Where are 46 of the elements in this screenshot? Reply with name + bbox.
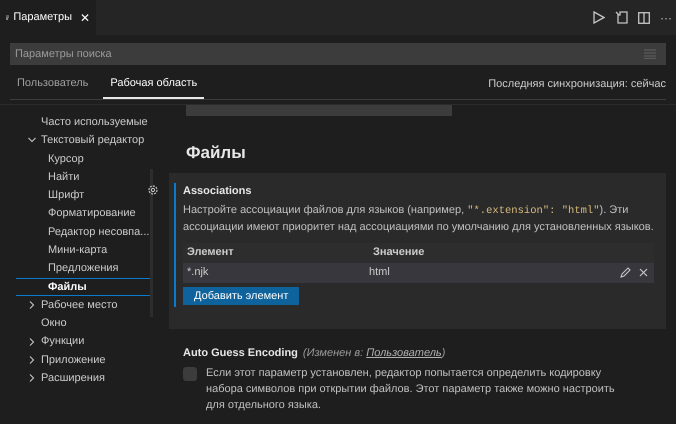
tree-item[interactable]: Редактор несовпа... xyxy=(16,222,151,242)
close-button[interactable]: ✕ xyxy=(80,8,90,26)
scope-tab[interactable]: Пользователь xyxy=(10,74,96,99)
tree-item[interactable]: Курсор xyxy=(16,150,151,168)
setting-title: Auto Guess Encoding xyxy=(183,346,298,360)
table-row[interactable]: *.njk html xyxy=(183,262,654,282)
column-header: Значение xyxy=(372,245,426,260)
checkbox[interactable] xyxy=(183,367,197,381)
input-field[interactable] xyxy=(186,105,452,116)
tree-item[interactable]: Найти xyxy=(16,168,151,186)
close-icon[interactable] xyxy=(639,268,648,277)
scope-tab[interactable]: Рабочая область xyxy=(103,74,204,99)
editor-tab[interactable]: Параметры ✕ xyxy=(0,0,96,35)
section-title: Файлы xyxy=(186,142,247,164)
setting-title: Associations xyxy=(183,184,252,199)
tree-item[interactable]: Шрифт xyxy=(16,186,151,204)
chevron-icon[interactable] xyxy=(28,356,36,364)
tree-item[interactable]: Функции xyxy=(16,332,151,351)
tree-item[interactable]: Расширения xyxy=(16,369,151,388)
chevron-icon[interactable] xyxy=(28,374,36,382)
tree-item[interactable]: Приложение xyxy=(16,350,151,370)
tree-item[interactable]: Текстовый редактор xyxy=(16,131,151,150)
tree-item[interactable]: Окно xyxy=(16,314,151,333)
tree-item[interactable]: Мини-карта xyxy=(16,241,151,260)
tree-item[interactable]: Часто используемые xyxy=(16,113,151,132)
tree-item[interactable]: Форматирование xyxy=(16,204,151,223)
more-actions-button[interactable]: ··· xyxy=(660,8,672,26)
chevron-icon[interactable] xyxy=(28,301,36,310)
search-field[interactable]: Параметры поиска xyxy=(10,43,666,65)
setting-description: Если этот параметр установлен, редактор попытается определить кодировку набора символов при открытии файлов. Этот параметр также можно настроить для отдельного языка. xyxy=(206,366,616,413)
sync-status: Последняя синхронизация: сейчас xyxy=(488,76,666,92)
setting-description: Настройте ассоциации файлов для языков (например, "*.extension": "html"). Эти ассоциации имеют приоритет над ассоциациями по умолчанию для установленных языков. xyxy=(183,202,654,234)
split-editor-icon[interactable] xyxy=(638,12,650,24)
tree-item[interactable]: Рабочее место xyxy=(16,296,151,314)
modified-scope-link[interactable]: Пользователь xyxy=(366,346,442,358)
tree-item[interactable]: Предложения xyxy=(16,259,151,278)
tab-title: Параметры xyxy=(13,10,72,26)
edit-icon[interactable] xyxy=(620,267,631,278)
chevron-icon[interactable] xyxy=(28,338,36,346)
settings-icon[interactable] xyxy=(147,184,159,196)
add-item-button[interactable]: Добавить элемент xyxy=(183,286,300,305)
chevron-icon[interactable] xyxy=(28,136,36,144)
open-file-icon[interactable] xyxy=(615,11,628,24)
modified-note: (Изменен в: Пользователь) xyxy=(302,346,446,360)
play-icon[interactable] xyxy=(593,11,605,24)
column-header: Элемент xyxy=(186,245,235,260)
